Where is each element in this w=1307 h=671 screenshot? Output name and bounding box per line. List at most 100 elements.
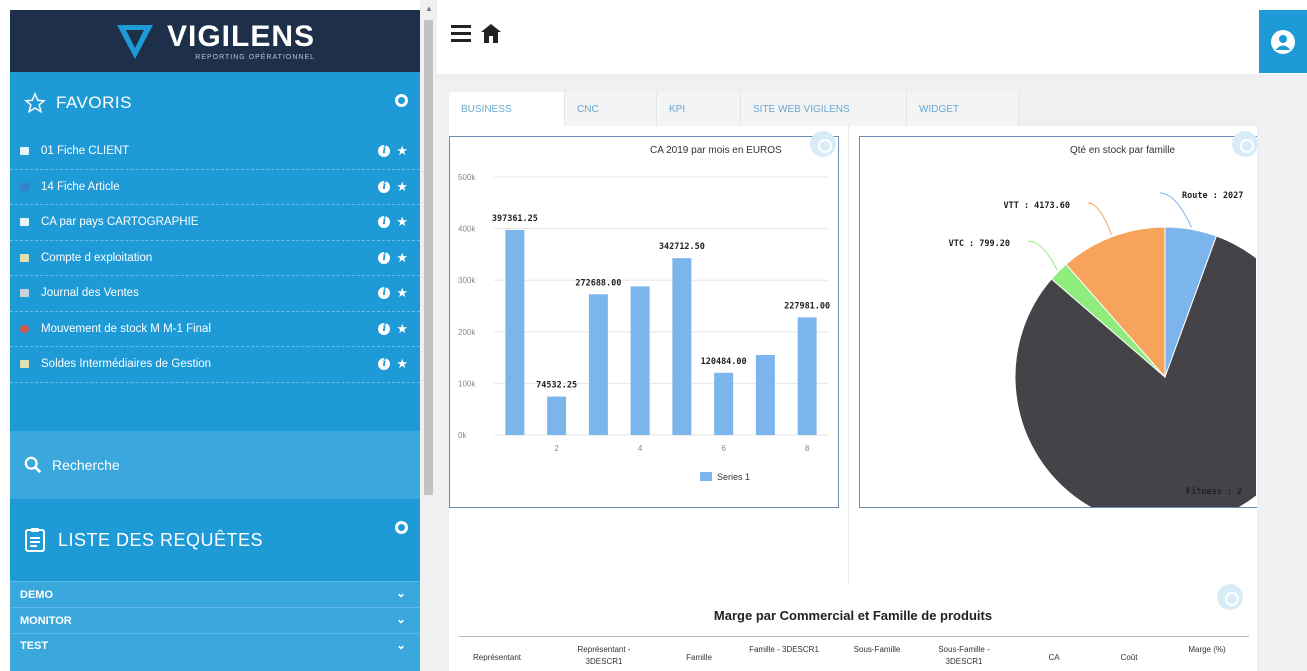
favori-label: CA par pays CARTOGRAPHIE bbox=[41, 216, 199, 229]
favori-item-ca-pays[interactable]: CA par pays CARTOGRAPHIE i ★ bbox=[10, 205, 420, 241]
app-window: VIGILENS REPORTING OPÉRATIONNEL FAVORIS … bbox=[0, 0, 1307, 671]
info-icon[interactable]: i bbox=[378, 216, 391, 228]
table-header-famille-descr[interactable]: Famille - 3DESCR1 bbox=[749, 644, 819, 656]
requetes-header: LISTE DES REQUÊTES bbox=[10, 499, 420, 581]
pie-data-label: Fitness : 2 bbox=[1186, 486, 1242, 497]
table-header-sous-famille-descr[interactable]: Sous-Famille - 3DESCR1 bbox=[919, 644, 1009, 668]
bar bbox=[714, 372, 734, 435]
info-icon[interactable]: i bbox=[378, 145, 391, 157]
search-label: Recherche bbox=[52, 457, 120, 473]
map-icon bbox=[20, 218, 29, 227]
tab-widget[interactable]: WIDGET bbox=[907, 92, 1019, 127]
dashboard-tabs: BUSINESS CNC KPI SITE WEB VIGILENS WIDGE… bbox=[449, 92, 1019, 127]
favoris-settings-icon[interactable] bbox=[395, 94, 408, 107]
y-tick-label: 0k bbox=[458, 431, 467, 440]
y-tick-label: 500k bbox=[458, 173, 476, 182]
table-header-ca[interactable]: CA bbox=[1034, 652, 1074, 664]
favori-item-fiche-article[interactable]: 14 Fiche Article i ★ bbox=[10, 170, 420, 205]
x-tick-label: 6 bbox=[721, 444, 726, 453]
bar-chart: 500k 400k 300k 200k 100k 0k 397361.25 74532.25 2… bbox=[458, 173, 830, 482]
chart-icon bbox=[20, 182, 29, 191]
favoris-header: FAVORIS bbox=[10, 72, 420, 134]
requete-group-label: DEMO bbox=[20, 588, 53, 601]
favori-item-soldes[interactable]: Soldes Intermédiaires de Gestion i ★ bbox=[10, 347, 420, 383]
favori-label: Compte d exploitation bbox=[41, 251, 153, 264]
y-tick-label: 400k bbox=[458, 225, 476, 234]
favori-label: 01 Fiche CLIENT bbox=[41, 145, 130, 158]
bar bbox=[630, 286, 650, 435]
info-icon[interactable]: i bbox=[378, 251, 391, 264]
star-icon[interactable]: ★ bbox=[396, 215, 408, 228]
table-header-marge[interactable]: Marge (%) bbox=[1177, 644, 1237, 656]
info-icon[interactable]: i bbox=[378, 287, 391, 299]
info-icon[interactable]: i bbox=[378, 180, 391, 193]
bar bbox=[755, 355, 775, 435]
scroll-up-icon[interactable]: ▲ bbox=[425, 4, 433, 13]
bar bbox=[547, 396, 567, 435]
requete-group-label: TEST bbox=[20, 640, 49, 652]
logo-text: VIGILENS REPORTING OPÉRATIONNEL bbox=[166, 19, 316, 61]
requete-group-test[interactable]: TEST ⌄ bbox=[10, 633, 420, 671]
favoris-list: 01 Fiche CLIENT i ★ 14 Fiche Article i ★ C… bbox=[10, 134, 420, 383]
pie-chart-options-icon[interactable] bbox=[1232, 131, 1258, 157]
table-header-rule bbox=[459, 636, 1249, 637]
table-header-cout[interactable]: Coût bbox=[1109, 652, 1149, 664]
bar-data-label: 227981.00 bbox=[784, 301, 830, 311]
bar-chart-options-icon[interactable] bbox=[810, 131, 836, 157]
favori-label: Journal des Ventes bbox=[41, 287, 139, 300]
pie-data-label: Route : 2027 bbox=[1182, 191, 1243, 201]
favori-item-journal-ventes[interactable]: Journal des Ventes i ★ bbox=[10, 276, 420, 312]
requete-group-label: MONITOR bbox=[20, 614, 72, 627]
tab-kpi[interactable]: KPI bbox=[657, 92, 741, 127]
table-header-representant-descr[interactable]: Représentant - 3DESCR1 bbox=[559, 644, 649, 668]
star-icon[interactable]: ★ bbox=[396, 357, 408, 370]
bar-chart-title: CA 2019 par mois en EUROS bbox=[650, 145, 782, 156]
favori-label: 14 Fiche Article bbox=[41, 180, 120, 193]
chevron-down-icon: ⌄ bbox=[395, 612, 406, 626]
favori-label: Mouvement de stock M M-1 Final bbox=[41, 322, 212, 335]
pie-data-label: VTC : 799.20 bbox=[949, 239, 1010, 249]
star-icon[interactable]: ★ bbox=[396, 251, 408, 264]
star-icon[interactable]: ★ bbox=[396, 286, 408, 299]
user-icon bbox=[1271, 29, 1295, 54]
pie-connector bbox=[1087, 202, 1112, 235]
requete-group-monitor[interactable]: MONITOR ⌄ bbox=[10, 607, 420, 633]
scrollbar-thumb[interactable] bbox=[424, 20, 433, 495]
pie-data-label: VTT : 4173.60 bbox=[1003, 201, 1070, 211]
star-icon[interactable]: ★ bbox=[396, 180, 408, 193]
sidebar-scrollbar[interactable]: ▲ bbox=[420, 0, 437, 671]
requetes-settings-icon[interactable] bbox=[395, 521, 408, 534]
logo-tagline: REPORTING OPÉRATIONNEL bbox=[195, 53, 316, 61]
favori-item-compte-exploitation[interactable]: Compte d exploitation i ★ bbox=[10, 241, 420, 276]
logo[interactable]: VIGILENS REPORTING OPÉRATIONNEL bbox=[10, 10, 420, 72]
bar-data-label: 120484.00 bbox=[701, 357, 747, 367]
main-content: BUSINESS CNC KPI SITE WEB VIGILENS WIDGE… bbox=[437, 74, 1307, 671]
table-options-icon[interactable] bbox=[1217, 584, 1243, 610]
info-icon[interactable]: i bbox=[378, 322, 391, 335]
clipboard-icon bbox=[25, 528, 45, 552]
x-tick-label: 2 bbox=[554, 444, 559, 453]
tab-site-web-vigilens[interactable]: SITE WEB VIGILENS bbox=[741, 92, 907, 127]
favori-item-fiche-client[interactable]: 01 Fiche CLIENT i ★ bbox=[10, 134, 420, 170]
star-icon[interactable]: ★ bbox=[396, 322, 408, 335]
table-header-representant[interactable]: Représentant bbox=[457, 652, 537, 664]
info-icon[interactable]: i bbox=[378, 358, 391, 370]
table-header-sous-famille[interactable]: Sous-Famille bbox=[847, 644, 907, 656]
user-account-button[interactable] bbox=[1259, 10, 1307, 73]
tab-business[interactable]: BUSINESS bbox=[449, 92, 565, 127]
top-bar bbox=[437, 10, 1307, 74]
bar bbox=[672, 258, 692, 435]
favori-item-mouvement-stock[interactable]: Mouvement de stock M M-1 Final i ★ bbox=[10, 312, 420, 347]
tab-cnc[interactable]: CNC bbox=[565, 92, 657, 127]
home-icon[interactable] bbox=[481, 24, 501, 43]
bar bbox=[588, 294, 608, 435]
chevron-down-icon: ⌄ bbox=[395, 586, 406, 600]
logo-name: VIGILENS bbox=[166, 19, 316, 53]
search-icon bbox=[24, 456, 42, 474]
hamburger-menu-icon[interactable] bbox=[451, 24, 471, 42]
star-icon[interactable]: ★ bbox=[396, 144, 408, 157]
search-button[interactable]: Recherche bbox=[10, 431, 420, 499]
bar-data-label: 397361.25 bbox=[492, 214, 538, 224]
requete-group-demo[interactable]: DEMO ⌄ bbox=[10, 581, 420, 607]
table-header-famille[interactable]: Famille bbox=[669, 652, 729, 664]
